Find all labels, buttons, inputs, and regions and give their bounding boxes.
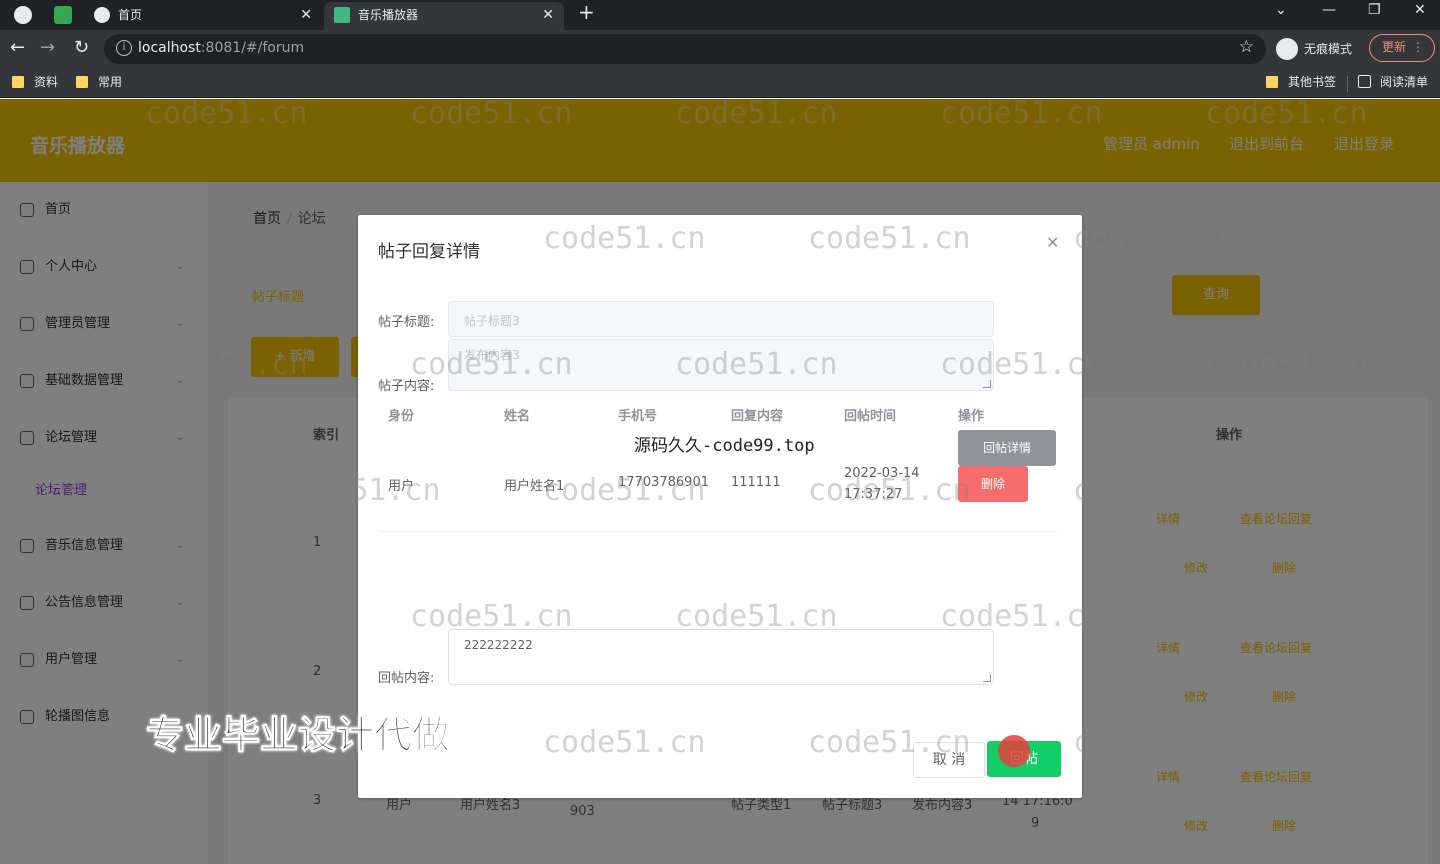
folder-icon (76, 76, 88, 88)
reply-delete-button[interactable]: 删除 (958, 466, 1028, 502)
column-action: 操作 (958, 409, 985, 424)
bookmarks-bar: 资料 常用 其他书签 阅读清单 (0, 68, 1440, 98)
tab-title: 首页 (118, 8, 143, 22)
globe-icon (94, 7, 110, 23)
browser-toolbar: ← → ↻ i localhost:8081/#/forum ☆ 无痕模式 更新… (0, 30, 1440, 68)
source-watermark: 源码久久-code99.top (634, 436, 815, 456)
post-title-input: 帖子标题3 (448, 301, 994, 337)
column-phone: 手机号 (618, 409, 658, 424)
reply-time: 2022-03-14 17:37:27 (844, 466, 920, 502)
dialog-title: 帖子回复详情 (378, 242, 480, 262)
reply-detail-dialog: 帖子回复详情 ✕ 帖子标题: 帖子标题3 帖子内容: 发布内容3 身份 姓名 手… (358, 215, 1082, 798)
browser-tab-strip: 首页 ✕ 音乐播放器 ✕ + ⌄ — ❐ ✕ (0, 0, 1440, 30)
close-tab-icon[interactable]: ✕ (300, 2, 312, 28)
incognito-icon (1276, 38, 1298, 60)
close-tab-icon[interactable]: ✕ (542, 2, 554, 28)
bookmark-folder[interactable]: 资料 (12, 74, 58, 90)
divider (378, 531, 1058, 532)
tab-music-player[interactable]: 音乐播放器 ✕ (324, 2, 564, 30)
reply-content: 111111 (731, 475, 781, 490)
column-reply-content: 回复内容 (731, 409, 784, 424)
reply-content-label: 回帖内容: (378, 671, 435, 686)
vue-logo-icon (334, 7, 350, 23)
forward-icon[interactable]: → (40, 37, 55, 58)
post-content-textarea: 发布内容3 (448, 339, 994, 391)
more-icon: ⋮ (1412, 40, 1424, 54)
app-shortcut-icon[interactable] (54, 6, 72, 24)
site-info-icon[interactable]: i (116, 40, 132, 56)
update-button[interactable]: 更新 ⋮ (1369, 34, 1435, 62)
resize-handle-icon (983, 674, 991, 682)
cancel-button[interactable]: 取 消 (913, 742, 985, 778)
new-tab-button[interactable]: + (578, 0, 595, 24)
folder-icon (1266, 76, 1278, 88)
column-reply-time: 回帖时间 (844, 409, 897, 424)
reply-phone: 17703786901 (618, 475, 709, 490)
tab-title: 音乐播放器 (358, 8, 419, 22)
reload-icon[interactable]: ↻ (74, 37, 89, 58)
promo-overlay-text: 专业毕业设计代做 (145, 713, 451, 758)
browser-menu-icon[interactable] (14, 6, 32, 24)
divider (1347, 76, 1348, 92)
reply-detail-button[interactable]: 回帖详情 (958, 430, 1056, 466)
tab-search-icon[interactable]: ⌄ (1275, 2, 1287, 18)
column-name: 姓名 (504, 409, 531, 424)
reply-name: 用户姓名1 (504, 479, 565, 494)
minimize-icon[interactable]: — (1322, 2, 1336, 18)
click-indicator (998, 735, 1030, 767)
back-icon[interactable]: ← (10, 37, 25, 58)
close-icon[interactable]: ✕ (1046, 233, 1059, 252)
post-title-label: 帖子标题: (378, 315, 435, 330)
address-bar[interactable]: i localhost:8081/#/forum ☆ (104, 34, 1266, 64)
reply-table: 身份 姓名 手机号 回复内容 回帖时间 操作 用户 用户姓名1 17703786… (378, 391, 1058, 533)
bookmark-folder[interactable]: 常用 (76, 74, 122, 90)
resize-handle-icon (983, 380, 991, 388)
close-window-icon[interactable]: ✕ (1414, 2, 1426, 18)
reading-list[interactable]: 阅读清单 (1358, 74, 1428, 90)
url-text[interactable]: localhost:8081/#/forum (138, 40, 304, 56)
folder-icon (12, 76, 24, 88)
incognito-indicator[interactable]: 无痕模式 (1276, 38, 1352, 60)
other-bookmarks[interactable]: 其他书签 (1266, 74, 1336, 90)
column-identity: 身份 (388, 409, 415, 424)
tab-home[interactable]: 首页 ✕ (84, 2, 322, 30)
bookmark-star-icon[interactable]: ☆ (1239, 37, 1254, 57)
reading-list-icon (1358, 75, 1371, 88)
reply-identity: 用户 (388, 479, 415, 494)
reply-content-textarea[interactable]: 222222222 (448, 629, 994, 685)
restore-icon[interactable]: ❐ (1368, 2, 1381, 18)
